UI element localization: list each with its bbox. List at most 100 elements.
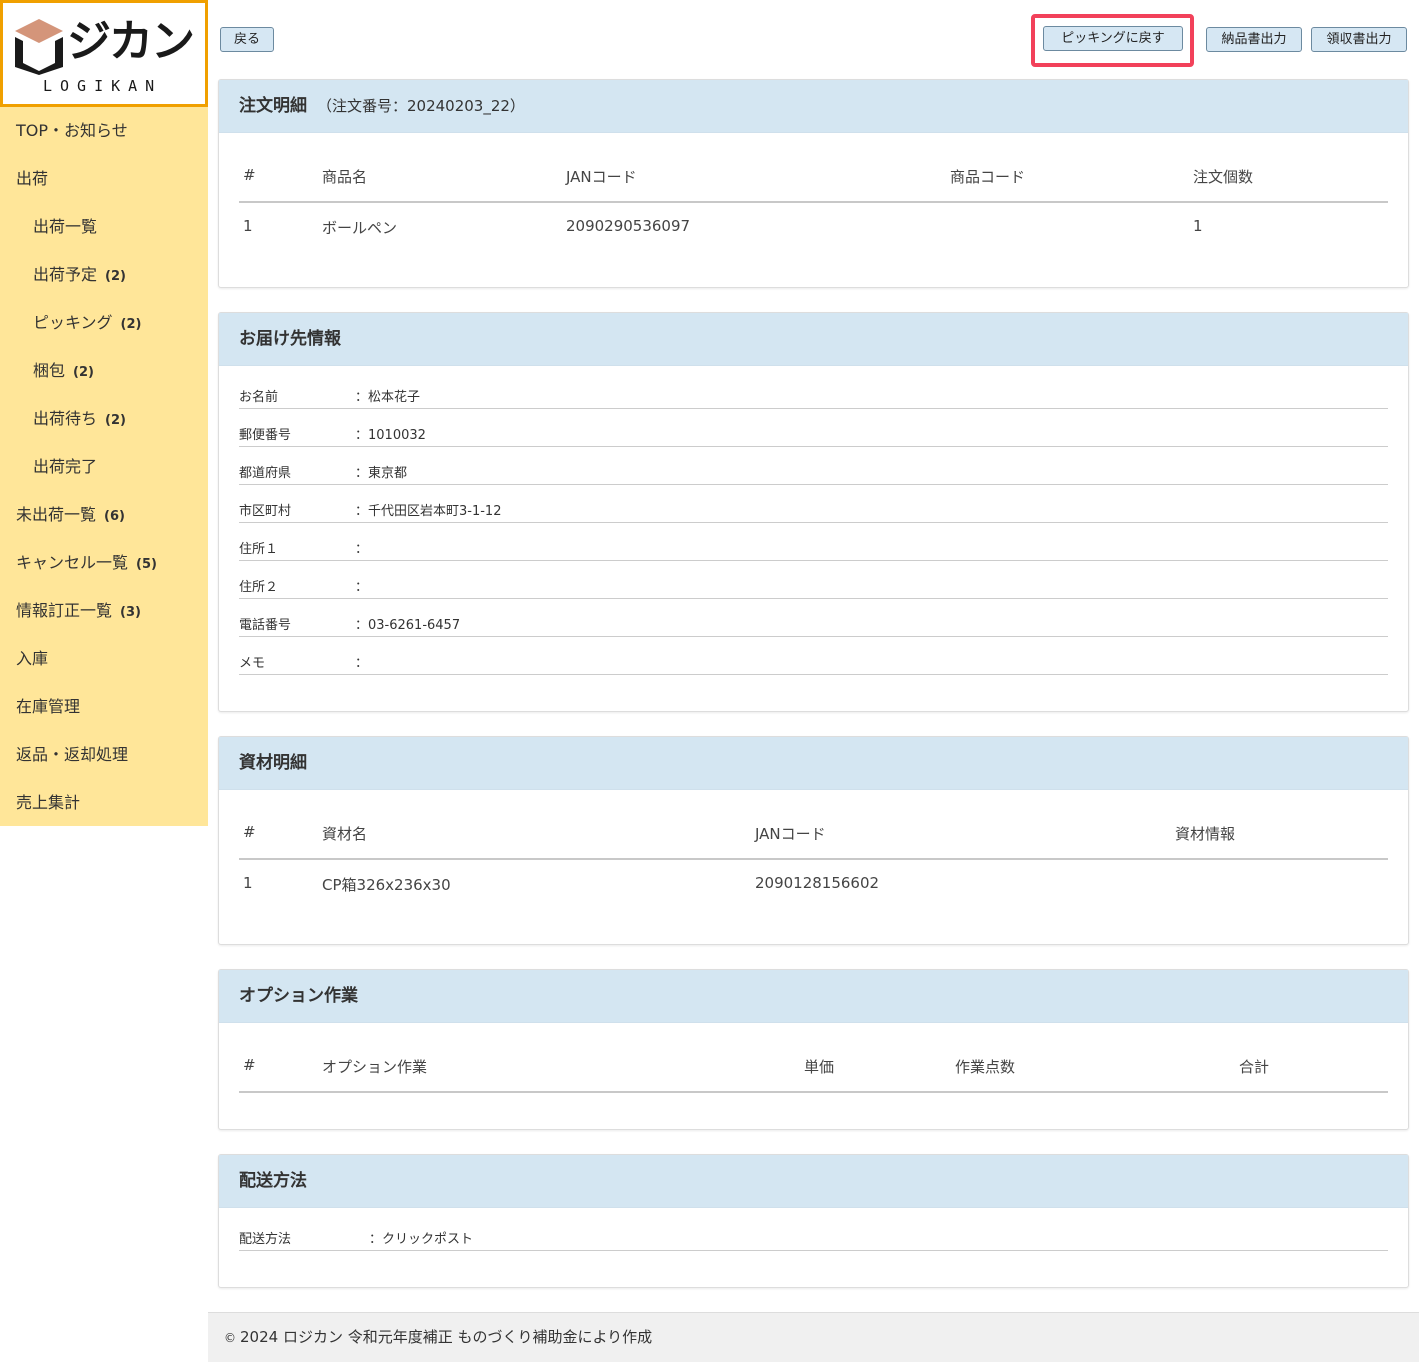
- sidebar-item-label: 情報訂正一覧: [16, 601, 113, 620]
- table-cell: 1: [243, 217, 253, 235]
- count-badge: (2): [105, 269, 126, 284]
- sidebar-item-packing[interactable]: 梱包 (2): [33, 359, 94, 383]
- sidebar-item-label: 返品・返却処理: [16, 745, 129, 764]
- sidebar-item-unshipped[interactable]: 未出荷一覧 (6): [16, 503, 125, 527]
- field-label: 郵便番号: [239, 428, 292, 443]
- sidebar-item-shipping-scheduled[interactable]: 出荷予定 (2): [33, 263, 126, 287]
- brand-name: ジカン: [67, 16, 195, 67]
- column-header: JANコード: [566, 168, 637, 186]
- panel-title: 配送方法: [219, 1155, 1408, 1208]
- delivery-info-panel: お届け先情報 お名前 ：松本花子 郵便番号 ：1010032 都道府県 ：東京都 市区…: [218, 312, 1409, 712]
- copyright-icon: ©: [224, 1331, 236, 1345]
- sidebar-item-awaiting-shipment[interactable]: 出荷待ち (2): [33, 407, 126, 431]
- sidebar-item-shipping-list[interactable]: 出荷一覧: [33, 215, 97, 239]
- field-value: ：1010032: [355, 428, 426, 443]
- panel-header: 注文明細 （注文番号：20240203_22）: [219, 80, 1408, 133]
- field-label: メモ: [239, 656, 266, 671]
- sidebar-item-shipped[interactable]: 出荷完了: [33, 455, 97, 479]
- sidebar-item-cancel-list[interactable]: キャンセル一覧 (5): [16, 551, 157, 575]
- sidebar-item-top[interactable]: TOP・お知らせ: [16, 119, 128, 143]
- sidebar-item-label: 売上集計: [16, 793, 81, 812]
- count-badge: (5): [136, 557, 157, 572]
- divider: [239, 1091, 1388, 1093]
- info-row: メモ ：: [239, 637, 1388, 675]
- divider: [239, 201, 1388, 203]
- column-header: 資材名: [322, 825, 368, 843]
- info-row: 住所１ ：: [239, 523, 1388, 561]
- column-header: #: [243, 166, 256, 184]
- logo[interactable]: ジカン LOGIKAN: [0, 0, 208, 107]
- table-cell: 1: [243, 874, 253, 892]
- count-badge: (3): [120, 605, 141, 620]
- field-value: ：東京都: [355, 466, 408, 481]
- count-badge: (2): [105, 413, 126, 428]
- footer-text: 2024 ロジカン 令和元年度補正 ものづくり補助金により作成: [240, 1328, 653, 1346]
- column-header: 商品名: [322, 168, 368, 186]
- sidebar-item-label: 入庫: [16, 649, 49, 668]
- field-label: 住所２: [239, 580, 279, 595]
- order-details-panel: 注文明細 （注文番号：20240203_22） # 商品名 JANコード 商品コー…: [218, 79, 1409, 288]
- brand-subtitle: LOGIKAN: [43, 77, 163, 95]
- receipt-button[interactable]: 領収書出力: [1311, 27, 1407, 52]
- sidebar-item-label: TOP・お知らせ: [16, 121, 128, 140]
- table-cell: CP箱326x236x30: [322, 876, 451, 894]
- count-badge: (6): [104, 509, 125, 524]
- panel-title: お届け先情報: [219, 313, 1408, 366]
- sidebar-item-returns[interactable]: 返品・返却処理: [16, 743, 128, 767]
- field-value: ：03-6261-6457: [355, 618, 461, 633]
- field-label: お名前: [239, 390, 279, 405]
- column-header: 注文個数: [1193, 168, 1254, 186]
- sidebar-item-shipping[interactable]: 出荷: [16, 167, 48, 191]
- sidebar-item-picking[interactable]: ピッキング (2): [33, 311, 141, 335]
- field-label: 住所１: [239, 542, 279, 557]
- info-row: 住所２ ：: [239, 561, 1388, 599]
- sidebar-item-label: ピッキング: [33, 313, 113, 332]
- option-work-panel: オプション作業 # オプション作業 単価 作業点数 合計: [218, 969, 1409, 1130]
- field-value: ：クリックポスト: [369, 1232, 474, 1247]
- panel-title: 資材明細: [219, 737, 1408, 790]
- info-row: 都道府県 ：東京都: [239, 447, 1388, 485]
- sidebar-item-inventory[interactable]: 在庫管理: [16, 695, 80, 719]
- table-cell: ボールペン: [322, 219, 398, 237]
- sidebar-item-label: 出荷予定: [33, 265, 98, 284]
- table-cell: 2090128156602: [755, 874, 880, 892]
- box-logo-icon: [15, 19, 63, 75]
- column-header: #: [243, 1056, 256, 1074]
- sidebar-item-corrections[interactable]: 情報訂正一覧 (3): [16, 599, 141, 623]
- sidebar-item-label: 未出荷一覧: [16, 505, 97, 524]
- info-row: 配送方法 ：クリックポスト: [239, 1213, 1388, 1251]
- panel-title: オプション作業: [219, 970, 1408, 1023]
- field-label: 都道府県: [239, 466, 292, 481]
- shipping-method-panel: 配送方法 配送方法 ：クリックポスト: [218, 1154, 1409, 1288]
- sidebar-item-label: 出荷: [16, 169, 49, 188]
- divider: [239, 858, 1388, 860]
- column-header: オプション作業: [322, 1058, 428, 1076]
- info-row: 電話番号 ：03-6261-6457: [239, 599, 1388, 637]
- sidebar-item-label: キャンセル一覧: [16, 553, 129, 572]
- column-header: 単価: [804, 1058, 835, 1076]
- sidebar: TOP・お知らせ 出荷 出荷一覧 出荷予定 (2) ピッキング (2) 梱包 (2) …: [0, 107, 208, 826]
- sidebar-item-label: 出荷待ち: [33, 409, 98, 428]
- sidebar-item-label: 出荷完了: [33, 457, 98, 476]
- sidebar-item-label: 在庫管理: [16, 697, 81, 716]
- field-value: ：: [355, 542, 369, 557]
- column-header: #: [243, 823, 256, 841]
- delivery-note-button[interactable]: 納品書出力: [1206, 27, 1302, 52]
- table-cell: 2090290536097: [566, 217, 691, 235]
- info-row: お名前 ：松本花子: [239, 371, 1388, 409]
- field-label: 配送方法: [239, 1232, 292, 1247]
- sidebar-item-sales[interactable]: 売上集計: [16, 791, 80, 815]
- sidebar-item-receiving[interactable]: 入庫: [16, 647, 48, 671]
- order-number: （注文番号：20240203_22）: [317, 97, 525, 115]
- column-header: 資材情報: [1175, 825, 1236, 843]
- field-value: ：: [355, 656, 369, 671]
- materials-panel: 資材明細 # 資材名 JANコード 資材情報 1 CP箱326x236x30 2…: [218, 736, 1409, 945]
- sidebar-item-label: 出荷一覧: [33, 217, 98, 236]
- back-button[interactable]: 戻る: [220, 27, 274, 52]
- field-label: 市区町村: [239, 504, 292, 519]
- panel-title: 注文明細: [239, 96, 307, 116]
- column-header: 商品コード: [950, 168, 1026, 186]
- column-header: JANコード: [755, 825, 826, 843]
- sidebar-item-label: 梱包: [33, 361, 66, 380]
- back-to-picking-button[interactable]: ピッキングに戻す: [1043, 26, 1183, 51]
